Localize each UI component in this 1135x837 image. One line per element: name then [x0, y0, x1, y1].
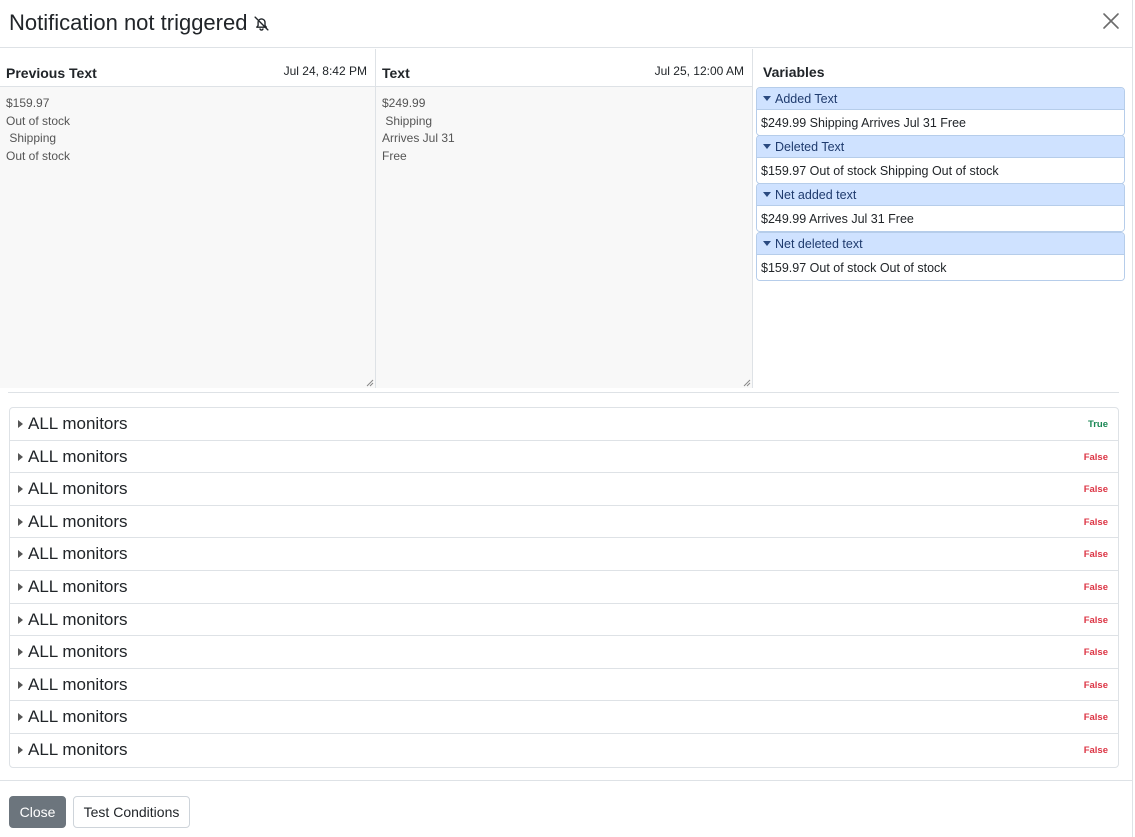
condition-status: False	[1083, 647, 1108, 659]
caret-right-icon	[18, 713, 23, 722]
caret-right-icon	[18, 485, 23, 494]
previous-text-title: Previous Text	[6, 65, 97, 81]
bell-slash-icon	[253, 15, 270, 32]
variable-card-toggle[interactable]: Deleted Text	[757, 136, 1124, 158]
condition-row[interactable]: ALL monitors False	[10, 636, 1118, 669]
condition-status: False	[1083, 549, 1108, 561]
condition-row[interactable]: ALL monitors False	[10, 441, 1118, 474]
variable-card-label: Net added text	[775, 187, 857, 202]
condition-label: ALL monitors	[28, 446, 128, 466]
condition-label: ALL monitors	[28, 674, 128, 694]
condition-status: False	[1083, 484, 1108, 496]
current-text-panel: Text Jul 25, 12:00 AM $249.99 Shipping A…	[376, 49, 753, 388]
caret-right-icon	[18, 615, 23, 624]
caret-down-icon	[763, 192, 771, 197]
current-text-line: Shipping	[382, 113, 433, 128]
variable-card-deleted-text: Deleted Text $159.97 Out of stock Shippi…	[756, 135, 1125, 184]
variable-card-added-text: Added Text $249.99 Shipping Arrives Jul …	[756, 87, 1125, 136]
condition-row[interactable]: ALL monitors False	[10, 571, 1118, 604]
condition-row[interactable]: ALL monitors True	[10, 408, 1118, 441]
modal-footer: Close Test Conditions	[0, 780, 1133, 837]
variable-card-toggle[interactable]: Net added text	[757, 184, 1124, 206]
previous-text-area[interactable]: $159.97 Out of stock Shipping Out of sto…	[0, 87, 375, 388]
condition-label: ALL monitors	[28, 609, 128, 629]
modal-header: Notification not triggered	[0, 0, 1133, 48]
current-text-area[interactable]: $249.99 Shipping Arrives Jul 31 Free	[376, 87, 752, 388]
condition-row[interactable]: ALL monitors False	[10, 604, 1118, 637]
variable-card-label: Deleted Text	[775, 139, 845, 154]
condition-label: ALL monitors	[28, 576, 128, 596]
caret-right-icon	[18, 648, 23, 657]
condition-status: False	[1083, 516, 1108, 528]
condition-row[interactable]: ALL monitors False	[10, 473, 1118, 506]
current-text-line: Free	[382, 148, 407, 163]
notification-modal: Notification not triggered Previous Text…	[0, 0, 1133, 837]
caret-down-icon	[763, 96, 771, 101]
condition-label: ALL monitors	[28, 511, 128, 531]
variable-card-net-added-text: Net added text $249.99 Arrives Jul 31 Fr…	[756, 183, 1125, 232]
caret-right-icon	[18, 550, 23, 559]
condition-row[interactable]: ALL monitors False	[10, 701, 1118, 734]
modal-title: Notification not triggered	[9, 9, 270, 37]
condition-status: False	[1083, 614, 1108, 626]
previous-text-line: Shipping	[6, 131, 57, 145]
condition-label: ALL monitors	[28, 642, 128, 662]
test-conditions-button[interactable]: Test Conditions	[73, 796, 190, 828]
condition-status: False	[1083, 744, 1108, 756]
condition-label: ALL monitors	[28, 479, 128, 499]
variable-card-label: Added Text	[775, 91, 838, 106]
condition-status: False	[1083, 581, 1108, 593]
caret-down-icon	[763, 241, 771, 246]
condition-row[interactable]: ALL monitors False	[10, 506, 1118, 539]
previous-text-header: Previous Text Jul 24, 8:42 PM	[0, 49, 375, 87]
current-text-title: Text	[382, 65, 410, 81]
previous-text-date: Jul 24, 8:42 PM	[283, 64, 367, 78]
variable-card-toggle[interactable]: Net deleted text	[757, 233, 1124, 255]
conditions-list: ALL monitors True ALL monitors False ALL…	[9, 407, 1119, 768]
previous-text-panel: Previous Text Jul 24, 8:42 PM $159.97 Ou…	[0, 49, 376, 388]
caret-right-icon	[18, 420, 23, 428]
condition-row[interactable]: ALL monitors False	[10, 669, 1118, 702]
variable-card-value: $159.97 Out of stock Out of stock	[757, 255, 1124, 280]
caret-right-icon	[18, 452, 23, 461]
variables-panel: Variables Added Text $249.99 Shipping Ar…	[753, 49, 1133, 388]
close-button[interactable]: Close	[9, 796, 66, 828]
variable-card-label: Net deleted text	[775, 236, 863, 251]
condition-row[interactable]: ALL monitors False	[10, 538, 1118, 571]
caret-down-icon	[763, 144, 771, 149]
condition-label: ALL monitors	[28, 707, 128, 727]
condition-row[interactable]: ALL monitors False	[10, 734, 1118, 767]
variable-card-net-deleted-text: Net deleted text $159.97 Out of stock Ou…	[756, 232, 1125, 281]
condition-status: False	[1083, 451, 1108, 463]
previous-text-line: Out of stock	[6, 113, 71, 128]
previous-text-line: $159.97	[6, 96, 50, 110]
resize-grip-icon[interactable]	[366, 379, 374, 387]
condition-label: ALL monitors	[28, 739, 128, 759]
condition-status: False	[1083, 679, 1108, 691]
variable-card-toggle[interactable]: Added Text	[757, 88, 1124, 110]
caret-right-icon	[18, 745, 23, 754]
caret-right-icon	[18, 680, 23, 689]
caret-right-icon	[18, 517, 23, 526]
close-icon[interactable]	[1100, 10, 1122, 32]
condition-status: True	[1087, 419, 1108, 430]
section-divider	[8, 392, 1119, 393]
resize-grip-icon[interactable]	[743, 379, 751, 387]
current-text-date: Jul 25, 12:00 AM	[654, 64, 744, 78]
current-text-line: Arrives Jul 31	[382, 131, 455, 145]
condition-status: False	[1083, 712, 1108, 724]
variable-card-value: $249.99 Arrives Jul 31 Free	[757, 206, 1124, 231]
condition-label: ALL monitors	[28, 414, 128, 433]
current-text-header: Text Jul 25, 12:00 AM	[376, 49, 752, 87]
current-text-line: $249.99	[382, 96, 426, 110]
previous-text-line: Out of stock	[6, 148, 71, 163]
variable-card-value: $249.99 Shipping Arrives Jul 31 Free	[757, 110, 1124, 135]
condition-label: ALL monitors	[28, 544, 128, 564]
modal-title-text: Notification not triggered	[9, 10, 248, 35]
caret-right-icon	[18, 582, 23, 591]
variable-card-value: $159.97 Out of stock Shipping Out of sto…	[757, 158, 1124, 183]
variables-title: Variables	[763, 64, 825, 80]
